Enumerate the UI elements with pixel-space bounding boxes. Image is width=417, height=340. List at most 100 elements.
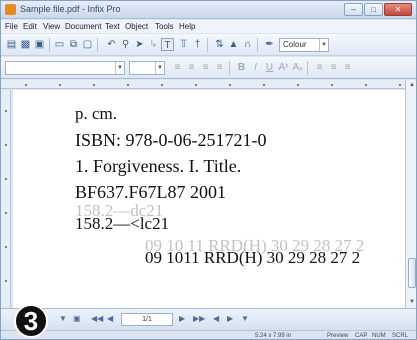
menu-document[interactable]: Document [65, 22, 101, 31]
insert-text-icon[interactable]: † [191, 38, 204, 51]
menu-view[interactable]: View [43, 22, 60, 31]
app-window: Sample file.pdf - Infix Pro – □ ✕ File E… [0, 0, 417, 340]
subscript-icon[interactable]: Aₓ [291, 61, 304, 74]
font-size-select[interactable]: ▼ [129, 61, 165, 75]
text-edit-icon[interactable]: 𝕋 [177, 38, 190, 51]
align-right-icon[interactable]: ≡ [199, 61, 212, 74]
format-toolbar: ▼ ▼ ≡ ≡ ≡ ≡ B I U Aˣ Aₓ ≡ ≡ ≡ [1, 57, 416, 79]
toolbar-separator [257, 38, 258, 52]
maximize-button[interactable]: □ [364, 3, 383, 16]
copy-icon[interactable]: ⧉ [67, 38, 80, 51]
justify-icon[interactable]: ≡ [213, 61, 226, 74]
last-page-icon[interactable]: ▶▶ [193, 314, 205, 323]
ruler-tick [365, 84, 367, 86]
window-title: Sample file.pdf - Infix Pro [20, 4, 121, 14]
colour-dropdown[interactable]: Colour ▼ [279, 38, 329, 52]
ruler-tick [5, 212, 7, 214]
scroll-lock-indicator: SCRL [392, 333, 409, 339]
doc-line[interactable]: 09 1011 RRD(H) 30 29 28 27 2 [145, 248, 360, 268]
preview-status: Preview [327, 333, 349, 339]
ruler-tick [331, 84, 333, 86]
ruler-tick [127, 84, 129, 86]
font-select[interactable]: ▼ [5, 61, 125, 75]
new-page-icon[interactable]: ▭ [53, 38, 66, 51]
toolbar-separator [207, 38, 208, 52]
numbered-list-icon[interactable]: ≡ [341, 61, 354, 74]
colour-label: Colour [283, 40, 307, 49]
chevron-down-icon: ▼ [319, 39, 328, 51]
align-center-icon[interactable]: ≡ [185, 61, 198, 74]
status-bar: 5.24 x 7.99 in Preview CAP NUM SCRL [1, 330, 416, 339]
document-page[interactable]: p. cm. ISBN: 978-0-06-251721-0 1. Forgiv… [13, 90, 405, 308]
print-icon[interactable]: ▣ [33, 38, 46, 51]
ruler-tick [5, 246, 7, 248]
first-page-icon[interactable]: ◀◀ [91, 314, 103, 323]
menu-bar: File Edit View Document Text Object Tool… [1, 20, 416, 33]
indent-icon[interactable]: ≡ [327, 61, 340, 74]
superscript-icon[interactable]: Aˣ [277, 61, 290, 74]
minimize-button[interactable]: – [344, 3, 363, 16]
scroll-up-icon[interactable]: ▲ [407, 81, 416, 90]
menu-object[interactable]: Object [125, 22, 148, 31]
history-dropdown-icon[interactable]: ▼ [241, 314, 249, 323]
save-icon[interactable]: ▩ [19, 38, 32, 51]
horizontal-ruler [1, 80, 405, 89]
step-number-badge: 3 [14, 304, 48, 338]
menu-help[interactable]: Help [179, 22, 195, 31]
shape-icon[interactable]: ∩ [241, 38, 254, 51]
main-toolbar: ▤ ▩ ▣ ▭ ⧉ ▢ ↶ ⚲ ➤ ↳ T 𝕋 † ⇅ ▲ ∩ ✒ Colour… [1, 34, 416, 56]
doc-line[interactable]: ISBN: 978-0-06-251721-0 [75, 130, 267, 151]
chevron-down-icon: ▼ [155, 62, 164, 74]
scroll-thumb[interactable] [408, 258, 416, 288]
undo-icon[interactable]: ↶ [105, 38, 118, 51]
page-indicator-field[interactable]: 1/1 [121, 313, 173, 326]
previous-page-icon[interactable]: ◀ [107, 314, 113, 323]
zoom-icon[interactable]: ⚲ [119, 38, 132, 51]
pen-icon[interactable]: ✒ [263, 38, 276, 51]
open-icon[interactable]: ▤ [5, 38, 18, 51]
view-mode-icon[interactable]: ▣ [73, 314, 81, 323]
num-lock-indicator: NUM [372, 333, 386, 339]
underline-icon[interactable]: U [263, 61, 276, 74]
ruler-tick [5, 110, 7, 112]
toolbar-separator [229, 61, 230, 75]
doc-line[interactable]: BF637.F67L87 2001 [75, 182, 226, 203]
paste-icon[interactable]: ▢ [81, 38, 94, 51]
caps-lock-indicator: CAP [355, 333, 368, 339]
vertical-scrollbar[interactable]: ▲ ▼ [405, 80, 416, 308]
ruler-tick [229, 84, 231, 86]
ruler-tick [5, 178, 7, 180]
bold-icon[interactable]: B [235, 61, 248, 74]
doc-line[interactable]: 1. Forgiveness. I. Title. [75, 156, 241, 177]
hand-icon[interactable]: ↳ [147, 38, 160, 51]
italic-icon[interactable]: I [249, 61, 262, 74]
page-dimensions: 5.24 x 7.99 in [255, 333, 292, 339]
next-page-icon[interactable]: ▶ [179, 314, 185, 323]
zoom-menu-icon[interactable]: ▼ [59, 314, 67, 323]
menu-text[interactable]: Text [105, 22, 120, 31]
list-icon[interactable]: ≡ [313, 61, 326, 74]
text-tool-icon[interactable]: T [161, 38, 174, 51]
close-button[interactable]: ✕ [384, 3, 412, 16]
ruler-tick [25, 84, 27, 86]
ruler-tick [5, 144, 7, 146]
align-left-icon[interactable]: ≡ [171, 61, 184, 74]
pointer-icon[interactable]: ➤ [133, 38, 146, 51]
rotate-icon[interactable]: ⇅ [213, 38, 226, 51]
back-icon[interactable]: ◀ [213, 314, 219, 323]
chevron-down-icon: ▼ [115, 62, 124, 74]
scroll-down-icon[interactable]: ▼ [407, 298, 416, 307]
image-icon[interactable]: ▲ [227, 38, 240, 51]
ruler-tick [297, 84, 299, 86]
doc-line[interactable]: p. cm. [75, 104, 117, 124]
vertical-ruler [1, 90, 11, 308]
toolbar-separator [307, 61, 308, 75]
title-bar: Sample file.pdf - Infix Pro – □ ✕ [1, 1, 416, 19]
ruler-tick [195, 84, 197, 86]
menu-file[interactable]: File [5, 22, 18, 31]
doc-line[interactable]: 158.2—<lc21 [75, 214, 169, 234]
menu-edit[interactable]: Edit [23, 22, 37, 31]
ruler-tick [263, 84, 265, 86]
menu-tools[interactable]: Tools [155, 22, 174, 31]
forward-icon[interactable]: ▶ [227, 314, 233, 323]
